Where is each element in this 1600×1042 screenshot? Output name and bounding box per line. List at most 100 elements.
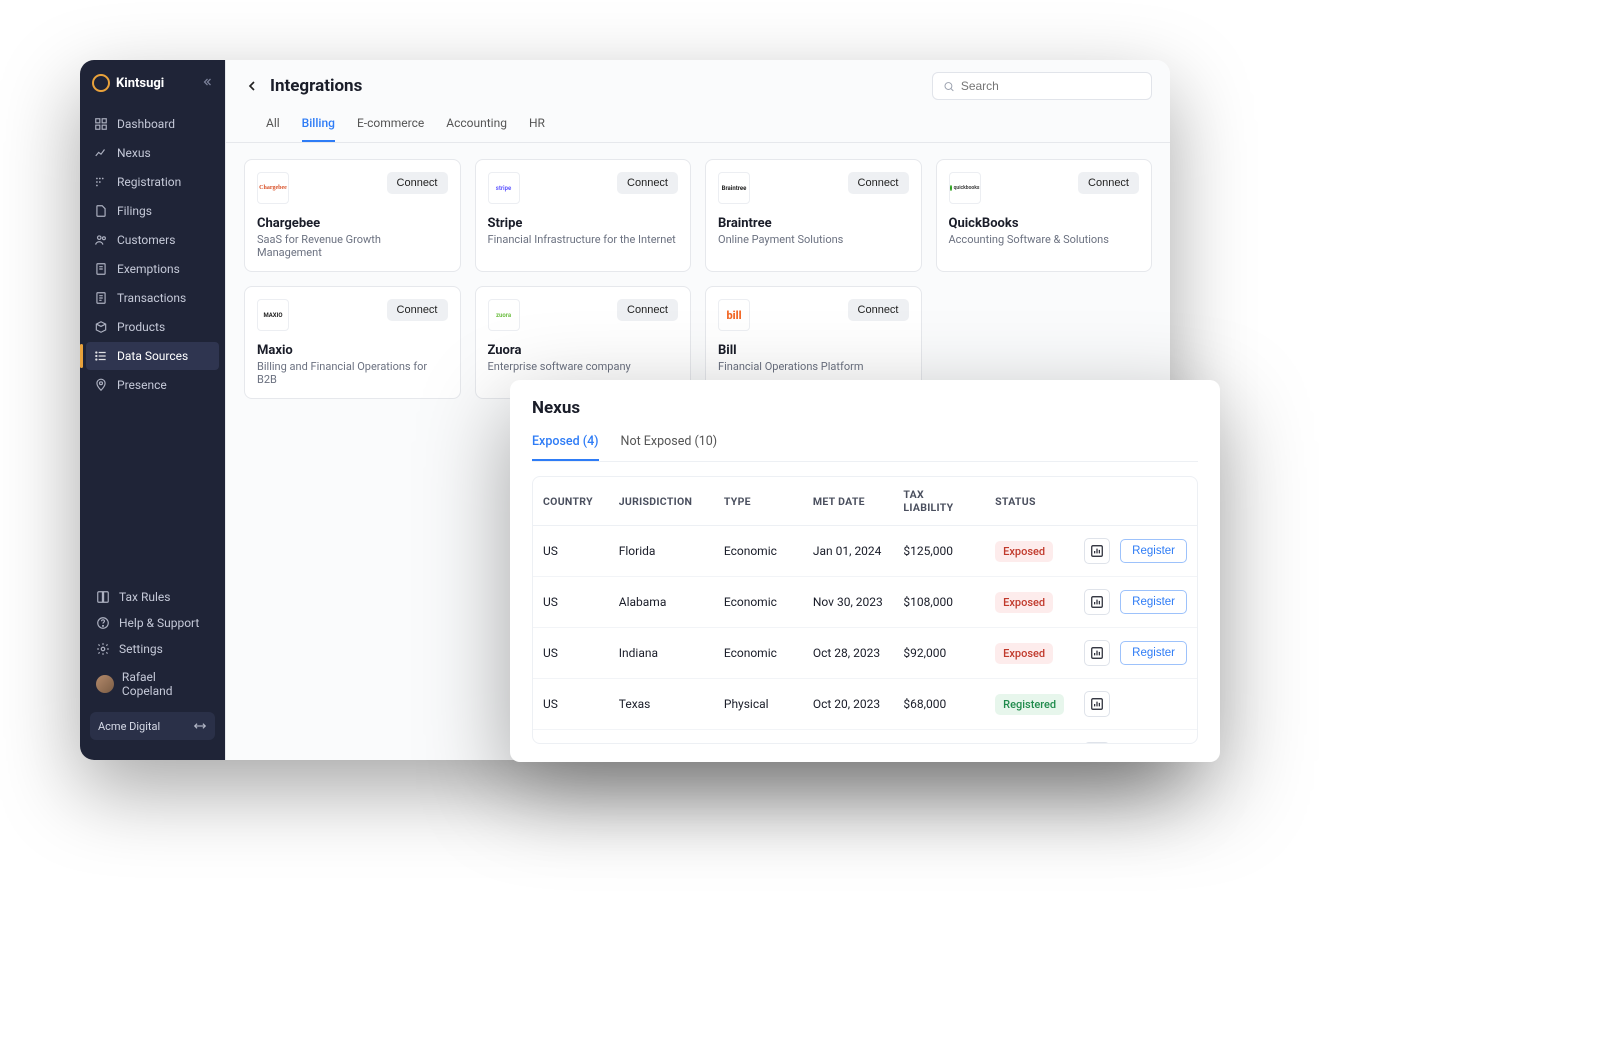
sidebar-item-nexus[interactable]: Nexus <box>86 139 219 167</box>
register-button[interactable]: Register <box>1120 539 1187 563</box>
sidebar-item-tax-rules[interactable]: Tax Rules <box>90 584 215 610</box>
cell-jurisdiction: Alabama <box>609 577 714 628</box>
chart-icon-button[interactable] <box>1084 640 1110 666</box>
cell-type: Economic <box>714 628 803 679</box>
list-icon <box>94 349 108 363</box>
connect-button[interactable]: Connect <box>617 172 678 194</box>
cell-country: US <box>533 679 609 730</box>
cell-tax_liability: $68,000 <box>893 679 985 730</box>
cell-status: Exposed <box>985 628 1074 679</box>
back-arrow-icon[interactable] <box>244 78 260 94</box>
connect-button[interactable]: Connect <box>848 299 909 321</box>
org-name: Acme Digital <box>98 720 160 733</box>
sidebar-item-label: Registration <box>117 175 181 189</box>
cell-country: US <box>533 577 609 628</box>
brand-logo-icon <box>92 74 110 92</box>
table-header: STATUS <box>985 477 1074 526</box>
sidebar-item-customers[interactable]: Customers <box>86 226 219 254</box>
integration-desc: Accounting Software & Solutions <box>949 233 1140 246</box>
sidebar-item-products[interactable]: Products <box>86 313 219 341</box>
tab-accounting[interactable]: Accounting <box>446 110 507 142</box>
chart-icon-button[interactable] <box>1084 691 1110 717</box>
integration-desc: Online Payment Solutions <box>718 233 909 246</box>
register-button: Register <box>1120 743 1187 744</box>
sidebar-item-data-sources[interactable]: Data Sources <box>86 342 219 370</box>
nexus-tab[interactable]: Exposed (4) <box>532 428 599 461</box>
sidebar-item-label: Nexus <box>117 146 151 160</box>
box-icon <box>94 320 108 334</box>
table-row: USFloridaEconomicJan 01, 2024$125,000Exp… <box>533 526 1197 577</box>
table-header: COUNTRY <box>533 477 609 526</box>
integration-logo: zuora <box>488 299 520 331</box>
doc-lines-icon <box>94 291 108 305</box>
register-button[interactable]: Register <box>1120 590 1187 614</box>
tab-all[interactable]: All <box>266 110 280 142</box>
sidebar-item-filings[interactable]: Filings <box>86 197 219 225</box>
help-icon <box>96 616 110 630</box>
cell-met_date: Jan 01, 2024 <box>803 526 894 577</box>
tab-billing[interactable]: Billing <box>302 110 335 142</box>
sidebar-item-exemptions[interactable]: Exemptions <box>86 255 219 283</box>
integration-name: Braintree <box>718 216 909 231</box>
sidebar-item-transactions[interactable]: Transactions <box>86 284 219 312</box>
cell-status: Waiting <box>985 730 1074 745</box>
sidebar-item-label: Presence <box>117 378 167 392</box>
nexus-tabs: Exposed (4) Not Exposed (10) <box>532 428 1198 462</box>
search-icon <box>943 80 955 93</box>
cell-status: Exposed <box>985 526 1074 577</box>
connect-button[interactable]: Connect <box>387 299 448 321</box>
chart-icon-button[interactable] <box>1084 742 1110 744</box>
sidebar-item-help-support[interactable]: Help & Support <box>90 610 215 636</box>
tab-e-commerce[interactable]: E-commerce <box>357 110 424 142</box>
integration-desc: Financial Operations Platform <box>718 360 909 373</box>
integration-card: MAXIOConnectMaxioBilling and Financial O… <box>244 286 461 399</box>
connect-button[interactable]: Connect <box>387 172 448 194</box>
search-input[interactable] <box>961 79 1141 93</box>
integration-name: QuickBooks <box>949 216 1140 231</box>
status-badge: Exposed <box>995 592 1053 613</box>
user-menu[interactable]: Rafael Copeland <box>90 662 215 706</box>
search-box[interactable] <box>932 72 1152 100</box>
sidebar-item-dashboard[interactable]: Dashboard <box>86 110 219 138</box>
register-button[interactable]: Register <box>1120 641 1187 665</box>
integration-card: stripeConnectStripeFinancial Infrastruct… <box>475 159 692 272</box>
table-header-actions <box>1074 477 1197 526</box>
status-badge: Exposed <box>995 541 1053 562</box>
cell-tax_liability: $92,000 <box>893 730 985 745</box>
sidebar-item-registration[interactable]: Registration <box>86 168 219 196</box>
cell-met_date: Nov 30, 2023 <box>803 577 894 628</box>
connect-button[interactable]: Connect <box>1078 172 1139 194</box>
chart-icon-button[interactable] <box>1084 589 1110 615</box>
sidebar-item-label: Help & Support <box>119 616 199 630</box>
sidebar-item-settings[interactable]: Settings <box>90 636 215 662</box>
sidebar-footer: Tax Rules Help & Support Settings Rafael C… <box>80 578 225 746</box>
nexus-tab[interactable]: Not Exposed (10) <box>621 428 718 461</box>
org-switcher[interactable]: Acme Digital <box>90 712 215 740</box>
cell-met_date: Oct 28, 2023 <box>803 730 894 745</box>
cell-country: US <box>533 730 609 745</box>
brand-name: Kintsugi <box>116 76 164 91</box>
cell-actions: Register <box>1074 730 1197 745</box>
integration-desc: SaaS for Revenue Growth Management <box>257 233 448 259</box>
page-title: Integrations <box>270 76 362 96</box>
dots-icon <box>94 175 108 189</box>
nexus-panel: Nexus Exposed (4)Not Exposed (10) COUNTR… <box>510 380 1220 762</box>
table-header: TYPE <box>714 477 803 526</box>
connect-button[interactable]: Connect <box>617 299 678 321</box>
integration-tabs: All Billing E-commerce Accounting HR <box>226 100 1170 143</box>
sidebar-item-label: Dashboard <box>117 117 175 131</box>
sidebar-item-label: Exemptions <box>117 262 180 276</box>
sidebar: Kintsugi Dashboard Nexus Registration Filin… <box>80 60 225 760</box>
integration-desc: Billing and Financial Operations for B2B <box>257 360 448 386</box>
tab-hr[interactable]: HR <box>529 110 545 142</box>
trend-icon <box>94 146 108 160</box>
chart-icon-button[interactable] <box>1084 538 1110 564</box>
cell-actions: Register <box>1074 628 1197 679</box>
sidebar-item-label: Tax Rules <box>119 590 170 604</box>
integration-desc: Enterprise software company <box>488 360 679 373</box>
connect-button[interactable]: Connect <box>848 172 909 194</box>
sidebar-item-presence[interactable]: Presence <box>86 371 219 399</box>
cell-met_date: Oct 28, 2023 <box>803 628 894 679</box>
sidebar-collapse-icon[interactable] <box>201 76 213 91</box>
table-header: JURISDICTION <box>609 477 714 526</box>
